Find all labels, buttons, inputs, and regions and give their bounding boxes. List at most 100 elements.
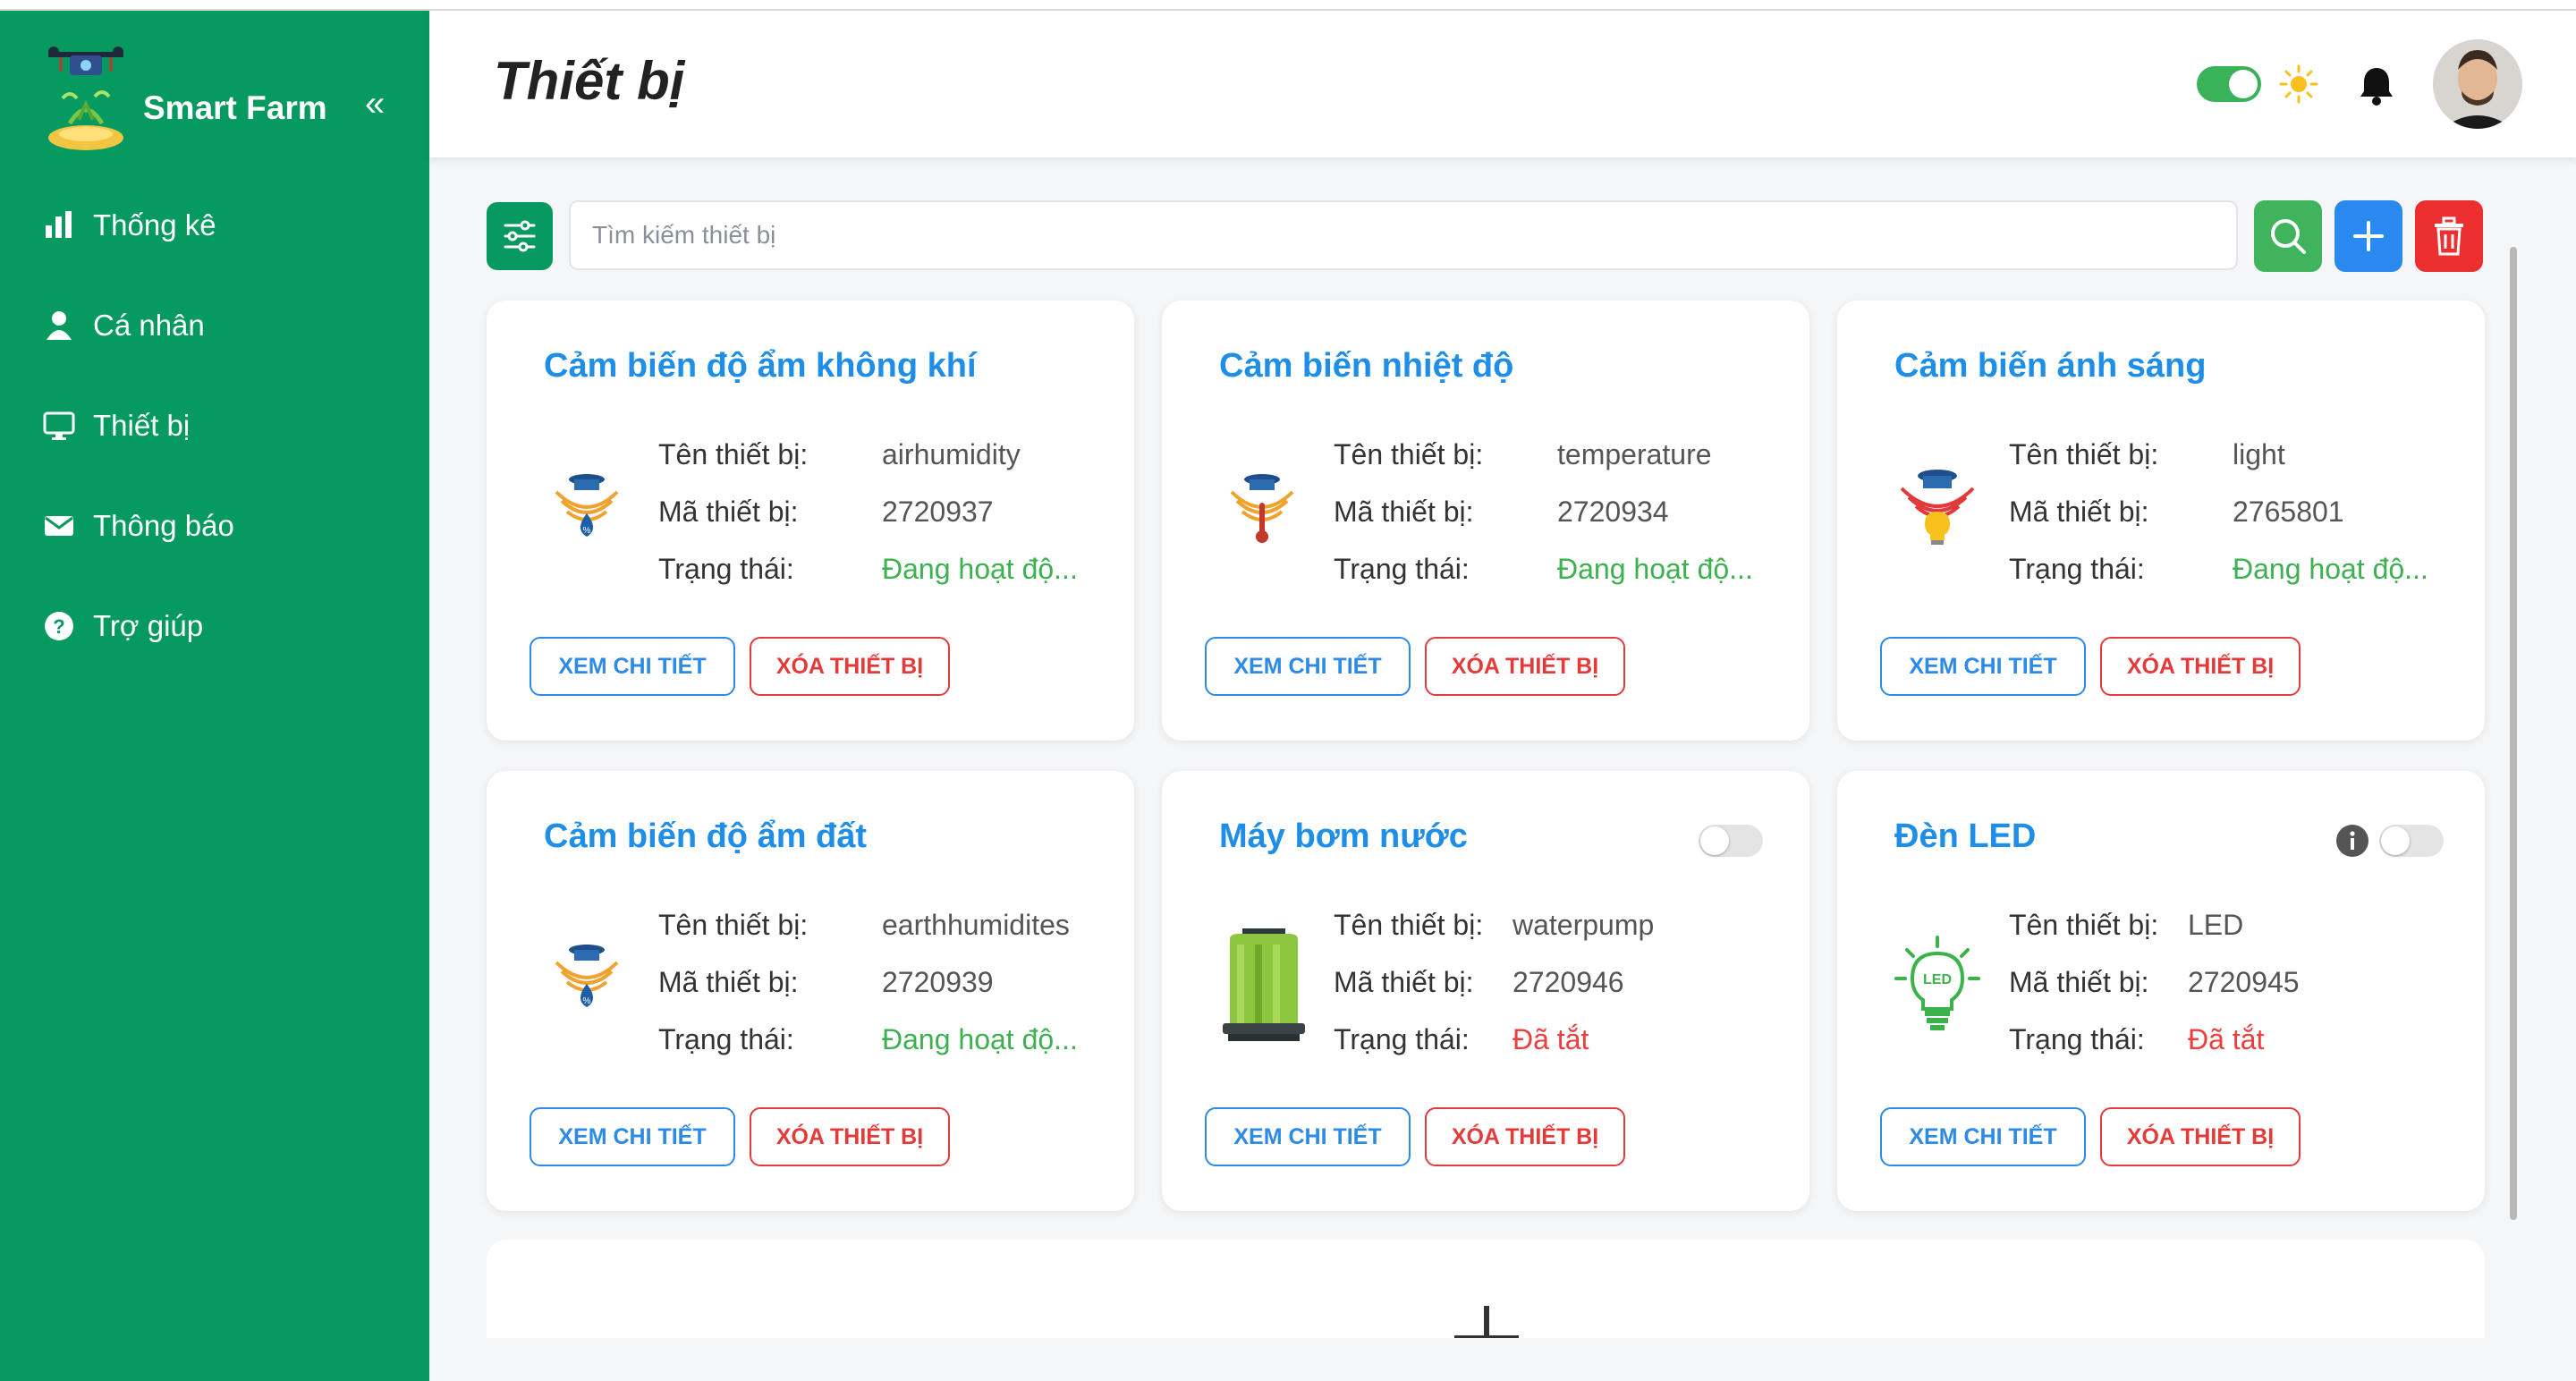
device-title: Cảm biến độ ẩm đất: [544, 818, 868, 855]
content-scrollbar[interactable]: [2510, 247, 2517, 1220]
theme-toggle[interactable]: [2197, 66, 2261, 102]
sidebar-item-label: Thông báo: [93, 509, 234, 542]
search-icon: [2271, 219, 2306, 254]
status-badge: Đã tắt: [2188, 1023, 2265, 1055]
device-name-row: Tên thiết bị: waterpump: [1334, 909, 1655, 941]
bar-chart-icon: [46, 211, 72, 238]
info-icon[interactable]: [2334, 823, 2370, 859]
device-code-value: 2765801: [2233, 496, 2344, 528]
soil-humidity-sensor-icon: %: [555, 945, 619, 1007]
sidebar-item-label: Thiết bị: [93, 409, 191, 442]
device-power-toggle[interactable]: [2379, 825, 2444, 857]
delete-device-button[interactable]: XÓA THIẾT BỊ: [2100, 1107, 2301, 1166]
device-name-row: Tên thiết bị: LED: [2009, 909, 2244, 941]
help-icon: ?: [45, 612, 73, 640]
device-code-row: Mã thiết bị: 2720939: [658, 966, 994, 998]
device-card-waterpump: Máy bơm nước Tên thiết bị: waterpump Mã …: [1162, 771, 1809, 1211]
status-badge: Đang hoạt độ...: [882, 553, 1078, 585]
status-badge: Đã tắt: [1513, 1023, 1589, 1055]
device-name-value: temperature: [1557, 438, 1712, 470]
svg-text:LED: LED: [1923, 972, 1952, 987]
device-card-led: Đèn LED LED Tên thiết bị: LED Mã thiết b…: [1837, 771, 2485, 1211]
device-name-row: Tên thiết bị: earthhumidites: [658, 909, 1070, 941]
delete-device-button[interactable]: XÓA THIẾT BỊ: [750, 1107, 950, 1166]
device-name-value: light: [2233, 438, 2285, 470]
device-title: Máy bơm nước: [1219, 818, 1468, 855]
bell-icon[interactable]: [2354, 63, 2399, 107]
plus-icon: [2353, 221, 2384, 251]
sidebar-item-devices[interactable]: Thiết bị: [43, 399, 190, 453]
device-status-row: Trạng thái: Đang hoạt độ...: [658, 553, 1078, 585]
smart-farm-logo-icon: [48, 47, 123, 150]
device-name-row: Tên thiết bị: temperature: [1334, 438, 1712, 470]
device-title: Đèn LED: [1894, 818, 2037, 855]
device-name-value: LED: [2188, 909, 2244, 941]
device-title: Cảm biến độ ẩm không khí: [544, 347, 977, 385]
svg-text:?: ?: [53, 615, 64, 638]
led-bulb-icon: LED: [1894, 936, 1980, 1030]
delete-devices-button[interactable]: [2415, 200, 2483, 272]
device-code-row: Mã thiết bị: 2720945: [2009, 966, 2300, 998]
device-status-row: Trạng thái: Đang hoạt độ...: [1334, 553, 1753, 585]
avatar[interactable]: [2433, 39, 2522, 129]
device-power-toggle[interactable]: [1699, 825, 1763, 857]
view-details-button[interactable]: XEM CHI TIẾT: [530, 637, 735, 696]
sidebar-item-label: Thống kê: [93, 208, 216, 241]
device-status-row: Trạng thái: Đã tắt: [1334, 1023, 1589, 1055]
collapse-sidebar-button[interactable]: «: [365, 86, 385, 122]
temperature-sensor-icon: [1230, 474, 1294, 543]
monitor-icon: [43, 411, 75, 440]
device-code-row: Mã thiết bị: 2765801: [2009, 496, 2344, 528]
device-status-row: Trạng thái: Đang hoạt độ...: [658, 1023, 1078, 1055]
device-status-row: Trạng thái: Đang hoạt độ...: [2009, 553, 2428, 585]
status-badge: Đang hoạt độ...: [882, 1023, 1078, 1055]
device-code-row: Mã thiết bị: 2720937: [658, 496, 994, 528]
delete-device-button[interactable]: XÓA THIẾT BỊ: [750, 637, 950, 696]
view-details-button[interactable]: XEM CHI TIẾT: [1205, 637, 1411, 696]
device-code-value: 2720939: [882, 966, 994, 998]
content-bottom-edge: [429, 1338, 2576, 1381]
sidebar-item-help[interactable]: ? Trợ giúp: [43, 599, 203, 653]
sidebar-item-label: Trợ giúp: [93, 609, 204, 642]
sidebar-item-profile[interactable]: Cá nhân: [43, 299, 205, 352]
device-code-value: 2720934: [1557, 496, 1669, 528]
envelope-icon: [45, 516, 73, 536]
device-card-airhumidity: Cảm biến độ ẩm không khí % Tên thiết bị:…: [487, 301, 1134, 741]
view-details-button[interactable]: XEM CHI TIẾT: [1880, 637, 2086, 696]
view-details-button[interactable]: XEM CHI TIẾT: [1880, 1107, 2086, 1166]
filter-button[interactable]: [487, 202, 553, 270]
view-details-button[interactable]: XEM CHI TIẾT: [1205, 1107, 1411, 1166]
device-code-row: Mã thiết bị: 2720946: [1334, 966, 1624, 998]
sliders-icon: [504, 220, 536, 252]
sun-icon[interactable]: [2277, 63, 2320, 106]
add-device-button[interactable]: [2334, 200, 2402, 272]
sidebar-item-statistics[interactable]: Thống kê: [43, 199, 216, 252]
window-top-border: [0, 0, 2576, 11]
search-button[interactable]: [2254, 200, 2322, 272]
delete-device-button[interactable]: XÓA THIẾT BỊ: [1425, 1107, 1625, 1166]
device-card-light: Cảm biến ánh sáng Tên thiết bị: light Mã…: [1837, 301, 2485, 741]
device-status-row: Trạng thái: Đã tắt: [2009, 1023, 2265, 1055]
device-title: Cảm biến ánh sáng: [1894, 347, 2207, 385]
status-badge: Đang hoạt độ...: [1557, 553, 1753, 585]
status-badge: Đang hoạt độ...: [2233, 553, 2428, 585]
water-pump-icon: [1223, 928, 1305, 1041]
light-sensor-icon: [1900, 470, 1975, 545]
sidebar-item-label: Cá nhân: [93, 309, 205, 342]
device-name-row: Tên thiết bị: airhumidity: [658, 438, 1021, 470]
page-title: Thiết bị: [494, 51, 685, 111]
view-details-button[interactable]: XEM CHI TIẾT: [530, 1107, 735, 1166]
user-icon: [47, 311, 72, 340]
delete-device-button[interactable]: XÓA THIẾT BỊ: [2100, 637, 2301, 696]
delete-device-button[interactable]: XÓA THIẾT BỊ: [1425, 637, 1625, 696]
search-input[interactable]: [569, 200, 2238, 270]
device-name-value: waterpump: [1513, 909, 1655, 941]
device-code-row: Mã thiết bị: 2720934: [1334, 496, 1669, 528]
device-name-value: airhumidity: [882, 438, 1021, 470]
device-name-value: earthhumidites: [882, 909, 1070, 941]
brand-name: Smart Farm: [143, 89, 327, 126]
device-code-value: 2720945: [2188, 966, 2300, 998]
sidebar-item-notifications[interactable]: Thông báo: [43, 499, 234, 553]
svg-text:%: %: [583, 996, 591, 1006]
device-card-temperature: Cảm biến nhiệt độ Tên thiết bị: temperat…: [1162, 301, 1809, 741]
